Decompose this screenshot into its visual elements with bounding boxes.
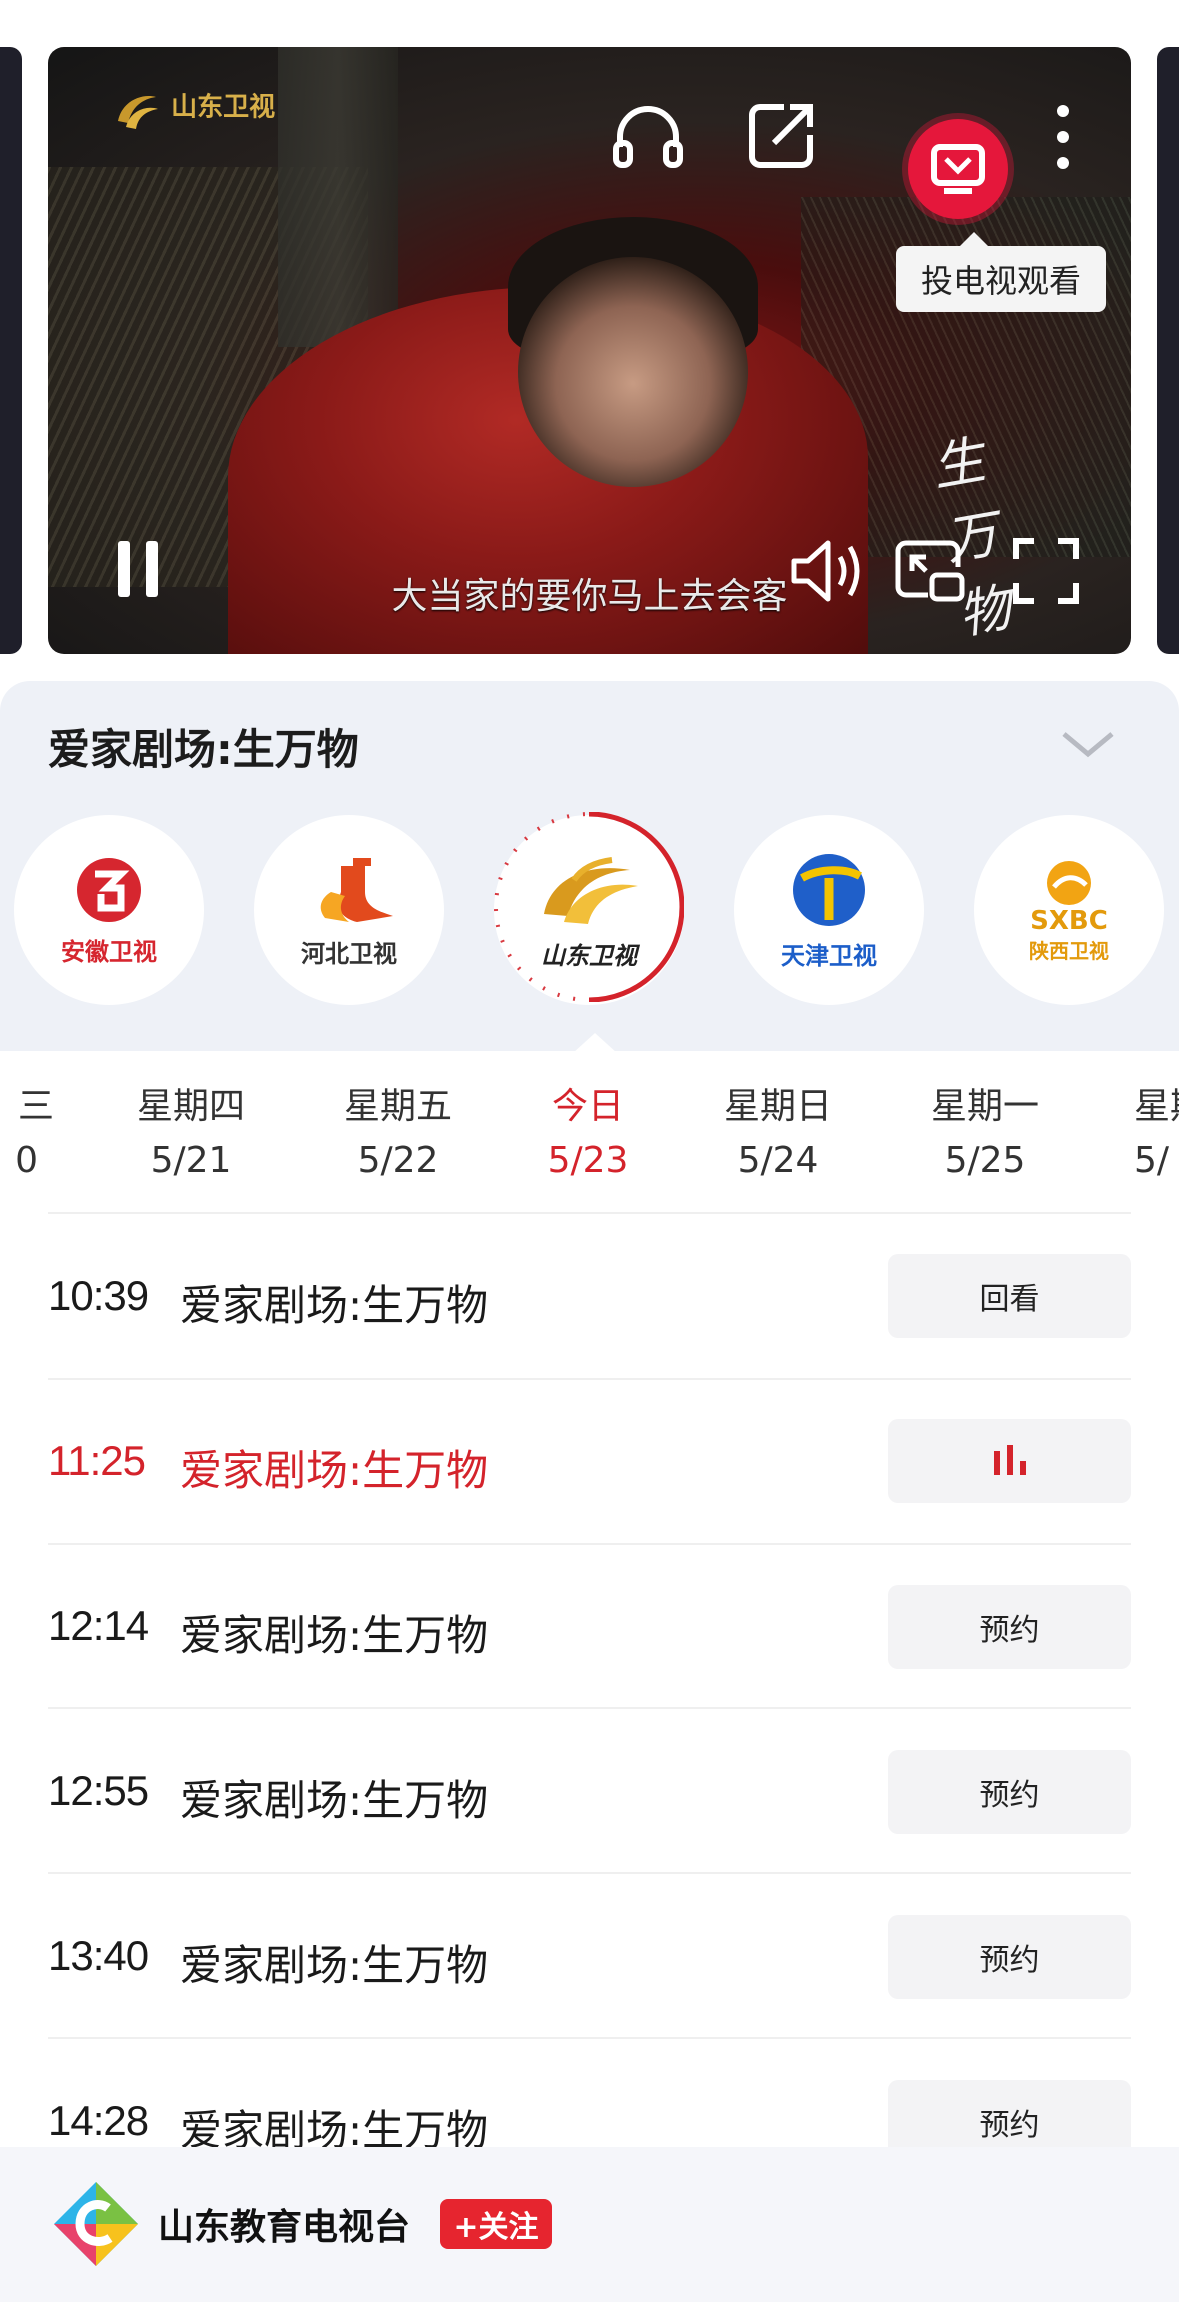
program-time-live: 11:25 [48, 1437, 146, 1484]
program-title: 爱家剧场:生万物 [48, 725, 359, 774]
program-time: 12:55 [48, 1767, 149, 1814]
tv-cast-icon [931, 144, 985, 194]
active-channel-pointer [573, 1033, 617, 1053]
active-channel-ring [494, 812, 684, 1002]
channel-shaanxi[interactable]: SXBC 陕西卫视 [974, 815, 1164, 1005]
day-date: 5/25 [944, 1140, 1026, 1181]
day-item-today[interactable]: 今日 5/23 [518, 1080, 658, 1188]
day-label: 星期 [1134, 1086, 1179, 1127]
channel-tianjin[interactable]: 天津卫视 [734, 815, 924, 1005]
day-label: 三 [17, 1086, 54, 1127]
day-date: 5/24 [737, 1140, 819, 1181]
day-item[interactable]: 星期五 5/22 [328, 1080, 468, 1188]
shaanxi-logo-icon [1047, 860, 1091, 905]
day-date: 0 [15, 1140, 38, 1181]
day-label: 星期四 [136, 1086, 245, 1127]
channel-watermark: 山东卫视 [112, 83, 275, 133]
prev-card-peek[interactable] [0, 47, 22, 654]
channel-name: 陕西卫视 [1029, 938, 1109, 963]
headphones-icon[interactable] [608, 97, 688, 177]
account-name: 山东教育电视台 [158, 2207, 411, 2248]
day-item[interactable]: 星期四 5/21 [121, 1080, 261, 1188]
divider [48, 1378, 1131, 1380]
channel-name: 安徽卫视 [61, 937, 157, 966]
day-label: 星期日 [723, 1086, 832, 1127]
anhui-logo-icon [77, 857, 141, 922]
program-time: 14:28 [48, 2097, 149, 2144]
reserve-button[interactable]: 预约 [888, 1585, 1131, 1669]
channel-watermark-text: 山东卫视 [171, 92, 276, 123]
day-item[interactable]: 星期日 5/24 [708, 1080, 848, 1188]
program-name: 爱家剧场:生万物 [180, 1611, 489, 1660]
day-item[interactable]: 星期一 5/25 [915, 1080, 1055, 1188]
pip-icon[interactable] [892, 533, 968, 609]
volume-icon[interactable] [788, 533, 868, 609]
now-playing-button[interactable] [888, 1419, 1131, 1503]
account-avatar-icon[interactable] [48, 2178, 144, 2270]
divider [48, 1543, 1131, 1545]
reserve-button[interactable]: 预约 [888, 1750, 1131, 1834]
reserve-button[interactable]: 预约 [888, 1915, 1131, 1999]
day-item[interactable]: 三 0 [0, 1080, 80, 1188]
tv-cast-button[interactable] [908, 119, 1008, 219]
replay-button[interactable]: 回看 [888, 1254, 1131, 1338]
program-name: 爱家剧场:生万物 [180, 1941, 489, 1990]
divider [48, 1212, 1131, 1214]
app-root: 山东卫视 生万物 投电视观看 大当家的要你马上去会客 爱家剧场:生万物 安徽卫视… [0, 0, 1179, 2302]
day-label: 星期一 [930, 1086, 1039, 1127]
day-date: 5/23 [547, 1140, 629, 1181]
channel-anhui[interactable]: 安徽卫视 [14, 815, 204, 1005]
program-time: 12:14 [48, 1602, 149, 1649]
channel-abbrev: SXBC [1030, 905, 1108, 936]
day-label: 星期五 [343, 1086, 452, 1127]
more-icon[interactable] [1048, 101, 1078, 173]
next-card-peek[interactable] [1157, 47, 1179, 654]
video-frame-face [518, 257, 748, 487]
channel-name: 河北卫视 [301, 939, 397, 968]
day-date: 5/ [1134, 1140, 1170, 1181]
video-player[interactable]: 山东卫视 生万物 投电视观看 大当家的要你马上去会客 [48, 47, 1131, 654]
cast-tooltip: 投电视观看 [896, 232, 1106, 312]
divider [48, 1707, 1131, 1709]
video-subtitle: 大当家的要你马上去会客 [391, 576, 788, 617]
program-time: 13:40 [48, 1932, 149, 1979]
day-label: 今日 [551, 1086, 624, 1127]
day-date: 5/22 [357, 1140, 439, 1181]
program-time: 10:39 [48, 1272, 149, 1319]
divider [48, 1872, 1131, 1874]
now-playing-bars-icon [993, 1445, 1026, 1475]
fullscreen-icon[interactable] [1010, 535, 1082, 607]
day-item[interactable]: 星期 5/ [1134, 1080, 1179, 1188]
tianjin-logo-icon [793, 853, 865, 926]
shandong-logo-icon [118, 96, 158, 129]
channel-name: 天津卫视 [781, 941, 877, 970]
video-frame-tree [278, 47, 398, 347]
share-icon[interactable] [744, 97, 820, 173]
divider [48, 2037, 1131, 2039]
program-name-live: 爱家剧场:生万物 [180, 1446, 489, 1495]
program-name: 爱家剧场:生万物 [180, 1776, 489, 1825]
hebei-logo-icon [320, 857, 393, 922]
channel-hebei[interactable]: 河北卫视 [254, 815, 444, 1005]
day-date: 5/21 [150, 1140, 232, 1181]
chevron-down-icon[interactable] [1060, 728, 1116, 760]
program-name: 爱家剧场:生万物 [180, 1281, 489, 1330]
follow-button[interactable]: +关注 [440, 2199, 552, 2249]
